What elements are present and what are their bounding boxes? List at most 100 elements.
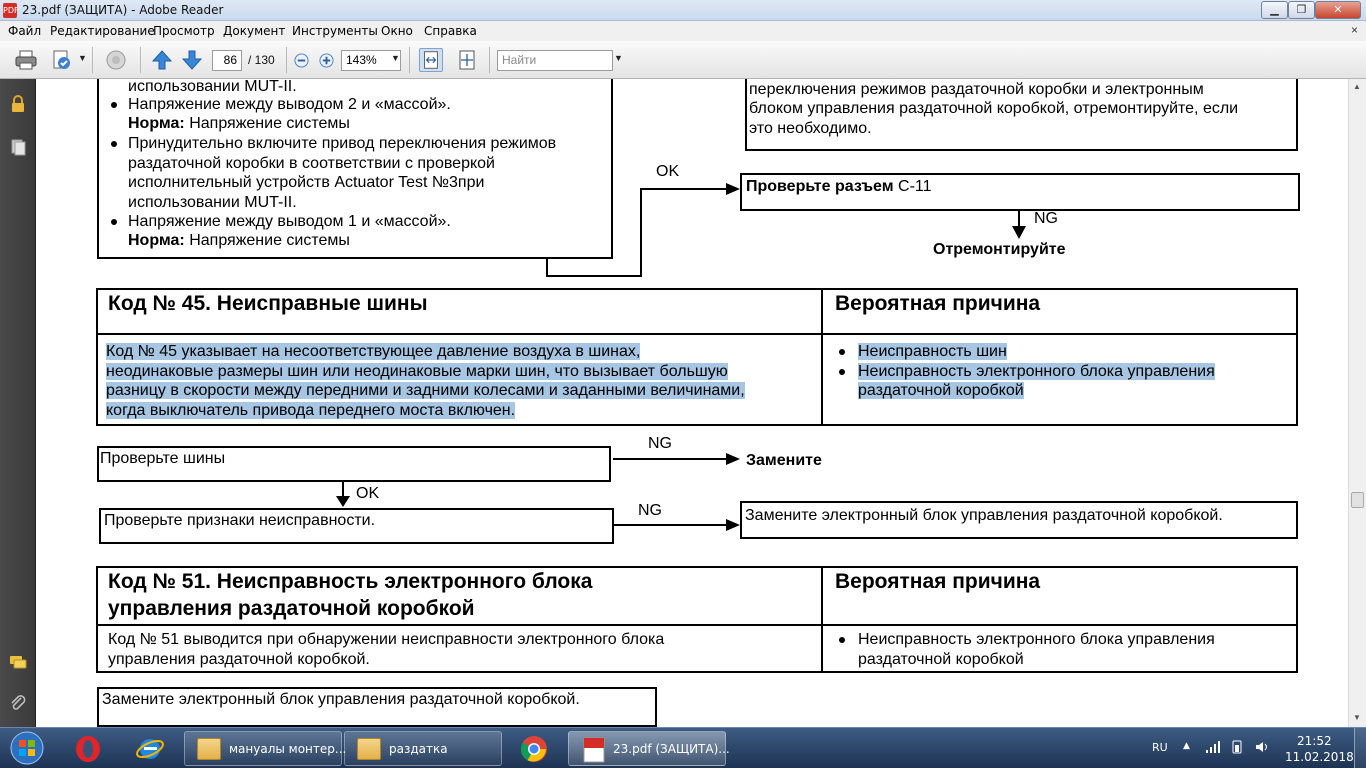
table-divider xyxy=(821,566,823,673)
ie-icon xyxy=(136,739,164,759)
code51-title: Код № 51. Неисправность электронного бло… xyxy=(108,570,593,593)
tools-icon[interactable] xyxy=(50,48,74,72)
repair-text: Отремонтируйте xyxy=(933,241,1066,258)
replace-ecu-text: Замените электронный блок управления раз… xyxy=(745,507,1223,524)
code45-title: Код № 45. Неисправные шины xyxy=(108,292,428,315)
pdf-icon xyxy=(583,737,605,763)
code45-desc: неодинаковые размеры шин или неодинаковы… xyxy=(106,363,728,380)
check-tires-text: Проверьте шины xyxy=(100,450,226,467)
toolbar-separator xyxy=(409,47,410,73)
menu-help[interactable]: Справка xyxy=(424,24,477,38)
zoom-out-icon[interactable] xyxy=(294,53,309,68)
menu-edit[interactable]: Редактирование xyxy=(50,24,155,38)
tray-expand-icon[interactable]: ▲ xyxy=(1183,741,1190,751)
cause-item: раздаточной коробкой xyxy=(858,651,1024,668)
zoom-dropdown-icon[interactable]: ▼ xyxy=(391,53,400,63)
check-connector-text: Проверьте разъем С-11 xyxy=(746,178,932,195)
power-icon[interactable] xyxy=(1229,739,1245,755)
fit-page-icon[interactable] xyxy=(455,48,479,72)
scroll-thumb[interactable] xyxy=(1351,492,1364,508)
taskbar: мануалы монтер... раздатка 23.pdf (ЗАЩИТ… xyxy=(0,727,1366,768)
scroll-down-icon[interactable]: ▼ xyxy=(1353,713,1361,722)
page-number-input[interactable]: 86 xyxy=(212,50,242,71)
code51-title: управления раздаточной коробкой xyxy=(108,597,475,620)
ok-label: OK xyxy=(656,163,680,180)
clock-time[interactable]: 21:52 xyxy=(1297,734,1332,748)
show-desktop-button[interactable] xyxy=(1354,728,1366,768)
attachment-icon[interactable] xyxy=(8,693,28,713)
code51-desc: управления раздаточной коробкой. xyxy=(108,651,370,668)
bullet xyxy=(839,369,845,375)
ng-label: NG xyxy=(638,502,662,519)
table-divider xyxy=(96,333,1298,335)
scroll-up-icon[interactable]: ▲ xyxy=(1353,82,1361,91)
bullet xyxy=(839,637,845,643)
cause-item: Неисправность электронного блока управле… xyxy=(858,363,1215,380)
title-bar: PDF 23.pdf (ЗАЩИТА) - Adobe Reader ▁ ❐ ✕ xyxy=(0,0,1366,21)
bullet xyxy=(839,349,845,355)
taskbar-window-manuals[interactable]: мануалы монтер... xyxy=(184,731,346,766)
document-close-icon[interactable]: × xyxy=(1351,23,1358,37)
menu-bar: Файл Редактирование Просмотр Документ Ин… xyxy=(0,21,1366,41)
menu-view[interactable]: Просмотр xyxy=(153,24,215,38)
page-total: / 130 xyxy=(248,53,275,67)
hand-icon[interactable] xyxy=(104,48,128,72)
menu-document[interactable]: Документ xyxy=(223,24,285,38)
print-icon[interactable] xyxy=(14,48,38,72)
menu-file[interactable]: Файл xyxy=(8,24,41,38)
fit-width-icon[interactable] xyxy=(419,48,443,72)
toolbar-separator xyxy=(489,47,490,73)
toolbar-separator xyxy=(286,47,287,73)
chrome-taskbar-button[interactable] xyxy=(506,731,562,766)
tools-dropdown-icon[interactable]: ▼ xyxy=(78,53,87,63)
comments-icon[interactable] xyxy=(8,652,28,672)
cause-title: Вероятная причина xyxy=(835,570,1041,593)
toolbar-separator xyxy=(140,47,141,73)
vertical-scrollbar[interactable]: ▲ ▼ xyxy=(1348,79,1366,727)
language-indicator[interactable]: RU xyxy=(1152,741,1168,754)
cause-item: Неисправность электронного блока управле… xyxy=(858,631,1215,648)
find-dropdown-icon[interactable]: ▼ xyxy=(614,53,623,63)
code51-desc: Код № 51 выводится при обнаружении неисп… xyxy=(108,631,665,648)
close-button[interactable]: ✕ xyxy=(1315,1,1361,19)
minimize-button[interactable]: ▁ xyxy=(1261,1,1288,19)
menu-window[interactable]: Окно xyxy=(381,24,413,38)
replace-ecu-text-2: Замените электронный блок управления раз… xyxy=(102,691,580,708)
folder-icon xyxy=(197,738,221,760)
find-input[interactable]: Найти xyxy=(497,50,613,71)
table-divider xyxy=(821,288,823,426)
code45-desc: Код № 45 указывает на несоответствующее … xyxy=(106,343,641,360)
code45-desc: когда выключатель привода переднего мост… xyxy=(106,402,516,419)
zoom-in-icon[interactable] xyxy=(319,53,334,68)
clock-date[interactable]: 11.02.2018 xyxy=(1285,750,1354,764)
opera-taskbar-button[interactable] xyxy=(60,731,116,766)
adobe-reader-window: PDF 23.pdf (ЗАЩИТА) - Adobe Reader ▁ ❐ ✕… xyxy=(0,0,1366,768)
taskbar-window-label: раздатка xyxy=(389,742,448,756)
document-page: использовании MUT-II. Напряжение между в… xyxy=(36,79,1348,727)
start-button[interactable] xyxy=(4,730,50,767)
opera-icon xyxy=(76,736,100,762)
ng-label: NG xyxy=(1034,210,1058,227)
toolbar-separator xyxy=(92,47,93,73)
next-page-icon[interactable] xyxy=(180,48,204,72)
pdf-app-icon: PDF xyxy=(3,3,19,18)
ie-taskbar-button[interactable] xyxy=(122,731,178,766)
lock-icon[interactable] xyxy=(8,94,28,114)
taskbar-window-razdatka[interactable]: раздатка xyxy=(344,731,502,766)
check-symptoms-text: Проверьте признаки неисправности. xyxy=(104,512,376,529)
cause-item: раздаточной коробкой xyxy=(858,382,1024,399)
folder-icon xyxy=(357,738,381,760)
code45-desc: разницу в скорости между передними и зад… xyxy=(106,382,745,399)
table-divider xyxy=(96,624,1298,626)
menu-tools[interactable]: Инструменты xyxy=(292,24,378,38)
maximize-button[interactable]: ❐ xyxy=(1288,1,1315,19)
signal-icon[interactable] xyxy=(1205,740,1221,754)
pages-icon[interactable] xyxy=(8,137,28,157)
toolbar: ▼ 86 / 130 143% ▼ Найти ▼ xyxy=(0,41,1366,79)
ng-label: NG xyxy=(648,435,672,452)
volume-icon[interactable] xyxy=(1254,739,1270,755)
chrome-icon xyxy=(520,736,547,762)
prev-page-icon[interactable] xyxy=(150,48,174,72)
taskbar-window-pdf[interactable]: 23.pdf (ЗАЩИТА)... xyxy=(568,731,730,766)
cause-item: Неисправность шин xyxy=(858,343,1007,360)
